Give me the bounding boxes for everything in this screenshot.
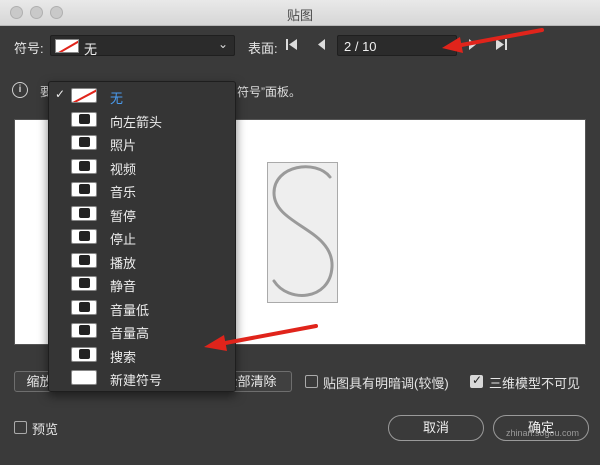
previous-page-icon[interactable] xyxy=(317,38,326,54)
menu-item-new-symbol[interactable]: 新建符号 xyxy=(49,366,235,390)
menu-item-music[interactable]: 音乐 xyxy=(49,178,235,202)
surface-label: 表面: xyxy=(248,41,278,56)
left-arrow-glyph xyxy=(79,113,90,124)
none-swatch-icon xyxy=(55,39,79,53)
menu-item-label: 音乐 xyxy=(110,185,137,200)
s-shape-icon xyxy=(272,165,334,297)
symbol-label: 符号: xyxy=(14,41,44,56)
menu-item-photo[interactable]: 照片 xyxy=(49,131,235,155)
symbol-select[interactable]: 无 ⌄ xyxy=(50,35,235,57)
none-icon xyxy=(71,88,97,103)
mute-glyph xyxy=(79,278,90,288)
cancel-button[interactable]: 取消 xyxy=(388,415,484,441)
menu-item-label: 视频 xyxy=(110,161,137,177)
menu-item-pause[interactable]: 暂停 xyxy=(49,202,235,226)
menu-item-label: 播放 xyxy=(110,255,137,271)
menu-item-label: 照片 xyxy=(110,138,137,153)
title-bar: 贴图 xyxy=(0,0,600,26)
symbol-art-box[interactable] xyxy=(267,162,338,303)
map-art-dialog: 符号: 无 ⌄ 表面: 2 / 10 i 要 符号”面板。 缩放以适合 清除 全… xyxy=(0,26,600,465)
menu-item-play[interactable]: 播放 xyxy=(49,249,235,273)
shade-artwork-label: 贴图具有明暗调(较慢) xyxy=(323,376,449,391)
red-arrow-icon xyxy=(442,28,544,53)
red-arrow-icon xyxy=(204,324,318,351)
menu-item-none[interactable]: ✓ 无 xyxy=(49,84,235,108)
first-page-icon[interactable] xyxy=(286,38,298,54)
menu-item-stop[interactable]: 停止 xyxy=(49,225,235,249)
watermark-text: zhinan.sogou.com xyxy=(506,428,580,438)
symbol-select-value: 无 xyxy=(84,42,98,57)
play-glyph xyxy=(79,254,90,265)
pause-glyph xyxy=(79,207,90,218)
invisible-geometry-checkbox[interactable] xyxy=(470,373,483,388)
invisible-geometry-label: 三维模型不可见 xyxy=(489,376,581,391)
menu-item-label: 向左箭头 xyxy=(110,114,163,130)
menu-item-label: 音量高 xyxy=(110,326,150,341)
menu-item-label: 停止 xyxy=(110,232,137,247)
window-title: 贴图 xyxy=(286,8,313,23)
preview-label: 预览 xyxy=(32,422,59,437)
checkmark-icon: ✓ xyxy=(55,87,66,101)
menu-item-left-arrow[interactable]: 向左箭头 xyxy=(49,108,235,132)
music-glyph xyxy=(79,184,90,194)
menu-item-volume-low[interactable]: 音量低 xyxy=(49,296,235,320)
video-glyph xyxy=(79,160,90,171)
preview-checkbox[interactable] xyxy=(14,421,27,434)
chevron-down-icon: ⌄ xyxy=(217,37,228,51)
menu-item-video[interactable]: 视频 xyxy=(49,155,235,179)
menu-item-label: 暂停 xyxy=(110,208,137,224)
menu-item-label: 无 xyxy=(110,91,124,106)
shade-artwork-checkbox[interactable] xyxy=(305,375,318,388)
volume-low-glyph xyxy=(79,301,90,312)
info-text-tail: 符号”面板。 xyxy=(237,85,301,99)
new-symbol-icon xyxy=(71,370,97,385)
menu-item-mute[interactable]: 静音 xyxy=(49,272,235,296)
menu-item-label: 搜索 xyxy=(110,349,137,365)
info-icon: i xyxy=(12,82,28,98)
search-glyph xyxy=(79,348,90,359)
menu-item-label: 新建符号 xyxy=(110,373,163,388)
volume-high-glyph xyxy=(79,325,90,335)
stop-glyph xyxy=(79,231,90,241)
menu-item-label: 音量低 xyxy=(110,302,150,318)
menu-item-label: 静音 xyxy=(110,279,137,294)
photo-glyph xyxy=(79,137,90,147)
